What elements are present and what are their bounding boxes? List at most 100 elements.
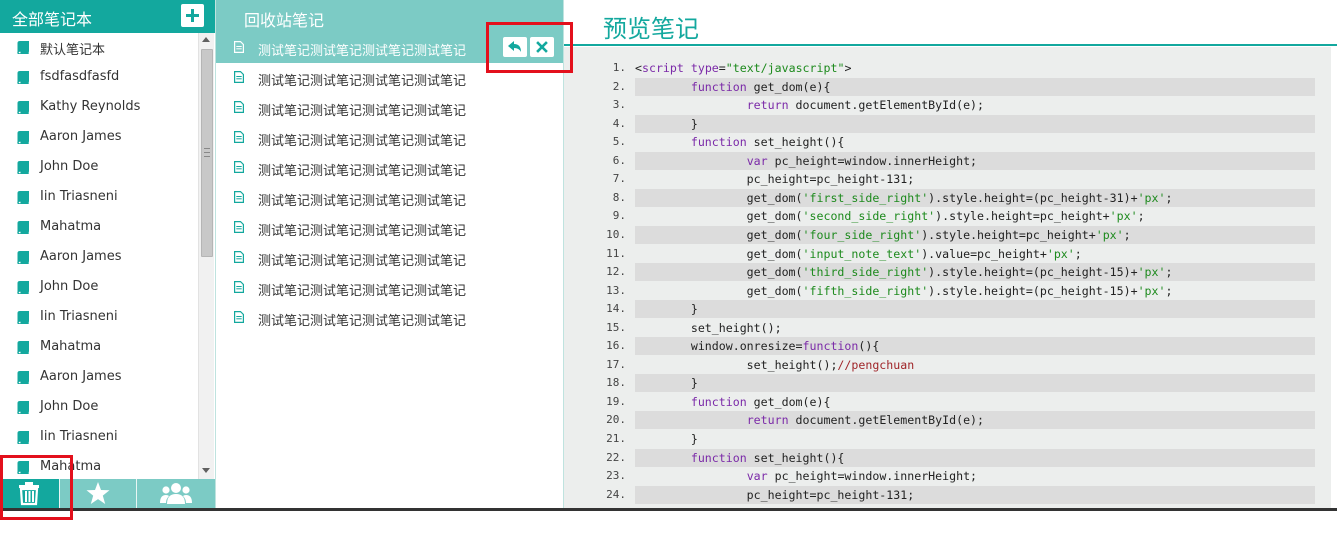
notebook-label: Kathy Reynolds bbox=[40, 99, 141, 114]
recycle-note-item[interactable]: 测试笔记测试笔记测试笔记测试笔记 bbox=[216, 213, 563, 243]
star-icon bbox=[86, 482, 110, 504]
code-text: return document.getElementById(e); bbox=[746, 413, 985, 428]
code-text: return document.getElementById(e); bbox=[746, 98, 985, 113]
recycle-note-item[interactable]: 测试笔记测试笔记测试笔记测试笔记 bbox=[216, 93, 563, 123]
recycle-note-item[interactable]: 测试笔记测试笔记测试笔记测试笔记 bbox=[216, 273, 563, 303]
notebook-list: 默认笔记本 fsdfasdfasfd Kathy Reynolds Aaron Jam… bbox=[0, 33, 198, 479]
recycle-note-title: 测试笔记测试笔记测试笔记测试笔记 bbox=[258, 254, 467, 269]
recycle-note-item[interactable]: 测试笔记测试笔记测试笔记测试笔记 bbox=[216, 303, 563, 333]
code-line: 6. var pc_height=window.innerHeight; bbox=[613, 151, 1315, 170]
book-icon bbox=[17, 41, 29, 54]
code-line: 2. function get_dom(e){ bbox=[613, 77, 1315, 96]
notebook-item[interactable]: Kathy Reynolds bbox=[0, 93, 198, 123]
notebook-item[interactable]: fsdfasdfasfd bbox=[0, 63, 198, 93]
book-icon bbox=[17, 311, 29, 324]
notebook-item[interactable]: John Doe bbox=[0, 393, 198, 423]
recycle-note-title: 测试笔记测试笔记测试笔记测试笔记 bbox=[258, 44, 467, 59]
code-text: get_dom('third_side_right').style.height… bbox=[635, 265, 1173, 280]
code-line: 9. get_dom('second_side_right').style.he… bbox=[613, 207, 1315, 225]
recycle-note-title: 测试笔记测试笔记测试笔记测试笔记 bbox=[258, 104, 467, 119]
book-icon bbox=[17, 71, 29, 84]
document-icon bbox=[234, 71, 244, 83]
notebook-item[interactable]: John Doe bbox=[0, 273, 198, 303]
notebook-item[interactable]: Mahatma bbox=[0, 453, 198, 479]
line-number: 13. bbox=[606, 283, 626, 297]
notebook-label: Mahatma bbox=[40, 219, 102, 234]
line-number: 17. bbox=[606, 357, 626, 371]
shared-button[interactable] bbox=[137, 479, 215, 508]
notebook-item[interactable]: Mahatma bbox=[0, 333, 198, 363]
notebook-label: Aaron James bbox=[40, 249, 122, 264]
close-icon bbox=[536, 41, 548, 53]
notebook-item[interactable]: 默认笔记本 bbox=[0, 33, 198, 63]
recycle-note-item[interactable]: 测试笔记测试笔记测试笔记测试笔记 bbox=[216, 63, 563, 93]
notebook-item[interactable]: Mahatma bbox=[0, 213, 198, 243]
line-number: 11. bbox=[606, 246, 626, 260]
undo-icon bbox=[508, 41, 521, 52]
notebook-item[interactable]: Iin Triasneni bbox=[0, 303, 198, 333]
notebook-list-scrollbar[interactable] bbox=[198, 33, 214, 479]
notebook-item[interactable]: Iin Triasneni bbox=[0, 183, 198, 213]
book-icon bbox=[17, 341, 29, 354]
line-number: 24. bbox=[606, 487, 626, 501]
scroll-down-arrow[interactable] bbox=[202, 468, 210, 473]
notebook-label: Iin Triasneni bbox=[40, 309, 118, 324]
recycle-note-item[interactable]: 测试笔记测试笔记测试笔记测试笔记 bbox=[216, 243, 563, 273]
notebook-label: Mahatma bbox=[40, 339, 102, 354]
notebook-item[interactable]: Iin Triasneni bbox=[0, 423, 198, 453]
code-text: get_dom('input_note_text').value=pc_heig… bbox=[635, 246, 1082, 261]
code-text: set_height();//pengchuan bbox=[635, 357, 915, 372]
bottom-border bbox=[0, 508, 1337, 511]
recycle-note-title: 测试笔记测试笔记测试笔记测试笔记 bbox=[258, 134, 467, 149]
document-icon bbox=[234, 251, 244, 263]
code-text: function set_height(){ bbox=[690, 135, 845, 150]
recycle-note-title: 测试笔记测试笔记测试笔记测试笔记 bbox=[258, 164, 467, 179]
document-icon bbox=[234, 221, 244, 233]
code-line: 20. return document.getElementById(e); bbox=[606, 411, 1315, 430]
code-text: function get_dom(e){ bbox=[690, 394, 831, 409]
notebook-item[interactable]: Aaron James bbox=[0, 123, 198, 153]
line-number: 19. bbox=[606, 394, 626, 408]
notebook-label: Aaron James bbox=[40, 369, 122, 384]
restore-note-button[interactable] bbox=[503, 37, 527, 57]
recycle-bin-button[interactable] bbox=[0, 479, 59, 508]
recycle-note-title: 测试笔记测试笔记测试笔记测试笔记 bbox=[258, 194, 467, 209]
book-icon bbox=[17, 131, 29, 144]
add-notebook-button[interactable] bbox=[181, 4, 204, 27]
recycle-notes-panel: 回收站笔记 测试笔记测试笔记测试笔记测试笔记 测试笔记测试笔记测试笔记测试笔记 测试… bbox=[216, 0, 564, 508]
notebook-sidebar: 全部笔记本 默认笔记本 fsdfasdfasfd Kathy Reynolds Aar… bbox=[0, 0, 216, 508]
code-preview[interactable]: 1. <script type="text/javascript"> 2. func… bbox=[564, 47, 1331, 508]
code-line: 19. function get_dom(e){ bbox=[606, 393, 1315, 411]
recycle-note-item[interactable]: 测试笔记测试笔记测试笔记测试笔记 bbox=[216, 123, 563, 153]
document-icon bbox=[234, 191, 244, 203]
notebook-item[interactable]: John Doe bbox=[0, 153, 198, 183]
scroll-thumb[interactable] bbox=[201, 49, 213, 257]
recycle-note-item[interactable]: 测试笔记测试笔记测试笔记测试笔记 bbox=[216, 33, 563, 63]
notebook-label: John Doe bbox=[40, 159, 99, 174]
line-number: 5. bbox=[612, 135, 626, 149]
starred-button[interactable] bbox=[60, 479, 136, 508]
scroll-up-arrow[interactable] bbox=[202, 37, 210, 42]
code-line: 3. return document.getElementById(e); bbox=[613, 96, 1315, 114]
recycle-note-item[interactable]: 测试笔记测试笔记测试笔记测试笔记 bbox=[216, 183, 563, 213]
code-line: 18. } bbox=[606, 374, 1315, 393]
code-line: 21. } bbox=[606, 430, 1315, 448]
notebook-label: Mahatma bbox=[40, 459, 102, 474]
code-text: pc_height=pc_height-131; bbox=[635, 487, 915, 502]
grip-icon bbox=[204, 148, 210, 157]
line-number: 8. bbox=[612, 190, 626, 204]
notebook-label: Aaron James bbox=[40, 129, 122, 144]
sidebar-toolbar bbox=[0, 479, 215, 508]
document-icon bbox=[234, 311, 244, 323]
code-text: get_dom('second_side_right').style.heigh… bbox=[635, 209, 1145, 224]
preview-title: 预览笔记 bbox=[603, 15, 699, 43]
trash-icon bbox=[19, 482, 39, 506]
code-line: 13. get_dom('fifth_side_right').style.he… bbox=[606, 282, 1315, 300]
preview-panel: 预览笔记 1. <script type="text/javascript"> 2.… bbox=[564, 0, 1337, 508]
code-text: var pc_height=window.innerHeight; bbox=[746, 469, 978, 484]
notebook-item[interactable]: Aaron James bbox=[0, 243, 198, 273]
recycle-note-item[interactable]: 测试笔记测试笔记测试笔记测试笔记 bbox=[216, 153, 563, 183]
delete-note-button[interactable] bbox=[530, 37, 554, 57]
line-number: 3. bbox=[612, 98, 626, 112]
notebook-item[interactable]: Aaron James bbox=[0, 363, 198, 393]
